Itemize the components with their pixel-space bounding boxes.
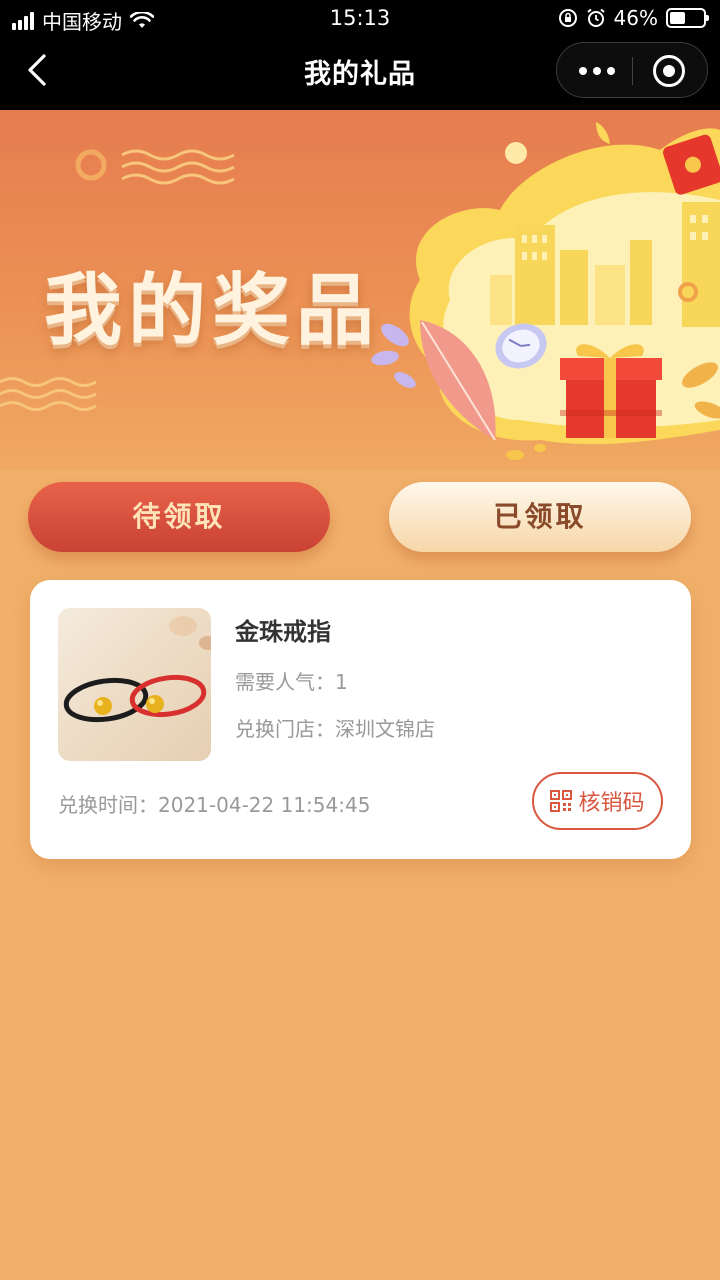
alarm-icon <box>586 8 605 27</box>
gift-store: 兑换门店：深圳文锦店 <box>235 713 435 742</box>
top-bar: 中国移动 15:13 46% 我的礼品 <box>0 0 720 110</box>
tab-pending[interactable]: 待领取 <box>28 482 330 552</box>
tab-received[interactable]: 已领取 <box>389 482 691 552</box>
hero-banner: 我的奖品 <box>0 110 720 470</box>
mini-program-capsule <box>556 42 708 98</box>
more-options-icon[interactable] <box>579 59 615 83</box>
store-value: 深圳文锦店 <box>335 717 435 741</box>
banner-title: 我的奖品 <box>44 266 381 356</box>
ring-illustration <box>63 616 211 723</box>
popularity-label: 需要人气： <box>235 670 335 694</box>
verify-code-label: 核销码 <box>578 791 645 816</box>
qr-code-icon <box>550 790 573 812</box>
capsule-divider <box>632 57 633 85</box>
gift-image <box>58 608 211 761</box>
gift-popularity: 需要人气：1 <box>235 666 348 695</box>
battery-icon <box>666 8 709 28</box>
rotation-lock-icon <box>558 9 577 27</box>
time-value: 2021-04-22 11:54:45 <box>158 793 371 817</box>
time-label: 兑换时间： <box>58 793 158 817</box>
store-label: 兑换门店： <box>235 717 335 741</box>
gift-card: 金珠戒指 需要人气：1 兑换门店：深圳文锦店 兑换时间：2021-04-22 1… <box>30 580 691 859</box>
exchange-time: 兑换时间：2021-04-22 11:54:45 <box>58 789 370 818</box>
gift-name: 金珠戒指 <box>235 618 331 646</box>
battery-fill <box>670 12 685 24</box>
status-bar: 中国移动 15:13 46% <box>0 0 720 38</box>
battery-percent: 46% <box>613 6 658 30</box>
close-program-icon[interactable] <box>653 55 685 87</box>
verify-code-button[interactable]: 核销码 <box>532 772 663 830</box>
status-right: 46% <box>558 6 709 30</box>
popularity-value: 1 <box>335 670 348 694</box>
